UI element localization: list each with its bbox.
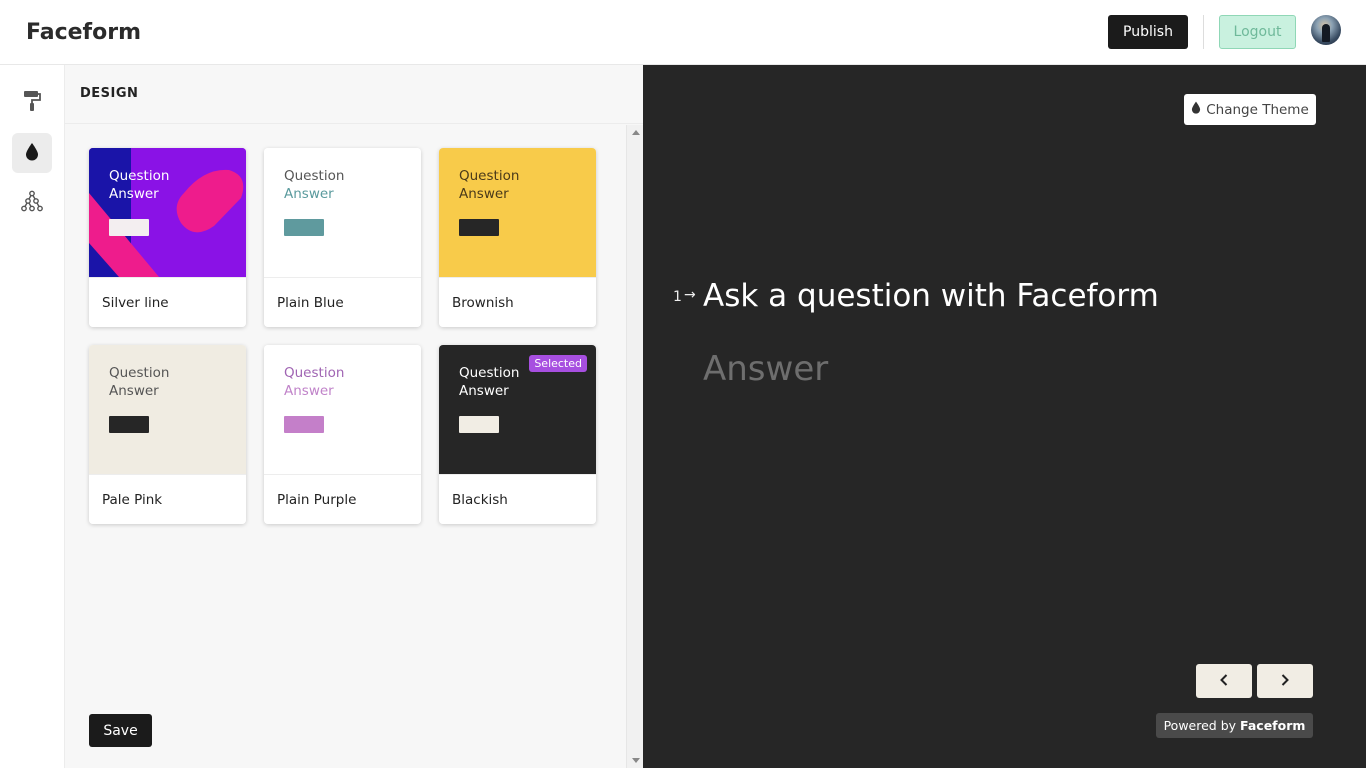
question-text: Ask a question with Faceform [703,278,1159,314]
logout-button[interactable]: Logout [1219,15,1296,49]
theme-button-swatch [284,416,324,433]
theme-card-brownish[interactable]: Question Answer Brownish [439,148,596,327]
change-theme-label: Change Theme [1206,101,1309,118]
theme-question-text: Question [284,365,345,381]
chevron-left-icon [1219,673,1229,690]
theme-thumbnail: Question Answer [89,148,246,277]
theme-answer-text: Answer [284,383,334,399]
theme-question-text: Question [284,168,345,184]
design-panel: DESIGN Question Answer Silver line Quest… [65,65,643,768]
theme-button-swatch [109,416,149,433]
theme-button-swatch [284,219,324,236]
theme-answer-text: Answer [284,186,334,202]
theme-thumbnail: Question Answer Selected [439,345,596,474]
icon-rail [0,65,65,768]
theme-name: Silver line [102,295,169,311]
theme-answer-text: Answer [459,186,509,202]
theme-card-plain-purple[interactable]: Question Answer Plain Purple [264,345,421,524]
theme-name: Pale Pink [102,492,163,508]
theme-question-text: Question [109,168,170,184]
form-preview: Change Theme 1 → Ask a question with Fac… [643,65,1366,768]
powered-by-text: Powered by [1163,718,1237,733]
theme-card-blackish[interactable]: Question Answer Selected Blackish [439,345,596,524]
theme-answer-text: Answer [459,383,509,399]
user-avatar[interactable] [1311,15,1341,45]
header-divider [1203,15,1204,49]
top-bar: Faceform Publish Logout [0,0,1366,65]
theme-thumbnail: Question Answer [439,148,596,277]
theme-name: Blackish [452,492,508,508]
theme-button-swatch [459,416,499,433]
next-button[interactable] [1257,664,1313,698]
theme-name: Plain Purple [277,492,357,508]
paint-roller-icon [22,90,42,116]
rail-design-button[interactable] [12,83,52,123]
theme-card-silver-line[interactable]: Question Answer Silver line [89,148,246,327]
theme-card-plain-blue[interactable]: Question Answer Plain Blue [264,148,421,327]
theme-answer-text: Answer [109,383,159,399]
app-logo[interactable]: Faceform [26,20,141,45]
change-theme-button[interactable]: Change Theme [1184,94,1316,125]
arrow-right-icon: → [684,287,696,303]
theme-thumbnail: Question Answer [264,345,421,474]
answer-input[interactable] [703,345,1263,393]
tree-structure-icon [21,190,43,216]
panel-scrollbar[interactable] [626,125,643,768]
theme-card-pale-pink[interactable]: Question Answer Pale Pink [89,345,246,524]
chevron-right-icon [1280,673,1290,690]
theme-question-text: Question [459,365,520,381]
scroll-up-arrow-icon[interactable] [632,130,640,135]
rail-logic-button[interactable] [12,183,52,223]
theme-thumbnail: Question Answer [89,345,246,474]
panel-title: DESIGN [80,86,139,101]
publish-button[interactable]: Publish [1108,15,1188,49]
question-number: 1 [673,289,682,305]
theme-button-swatch [459,219,499,236]
selected-badge: Selected [529,355,587,372]
scroll-down-arrow-icon[interactable] [632,758,640,763]
droplet-icon [1191,101,1201,118]
powered-by-badge[interactable]: Powered by Faceform [1156,713,1313,738]
theme-name: Brownish [452,295,514,311]
rail-theme-button[interactable] [12,133,52,173]
theme-question-text: Question [459,168,520,184]
powered-by-brand: Faceform [1240,718,1306,733]
theme-name: Plain Blue [277,295,344,311]
theme-answer-text: Answer [109,186,159,202]
save-button[interactable]: Save [89,714,152,747]
theme-question-text: Question [109,365,170,381]
previous-button[interactable] [1196,664,1252,698]
panel-header: DESIGN [65,65,643,124]
theme-button-swatch [109,219,149,236]
droplet-icon [25,142,39,165]
theme-thumbnail: Question Answer [264,148,421,277]
